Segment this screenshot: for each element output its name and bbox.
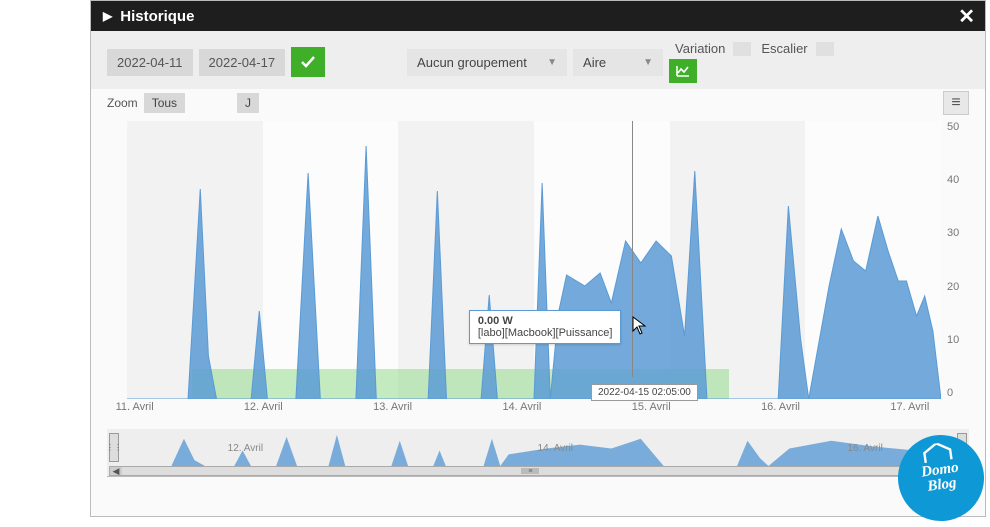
titlebar: ▶ Historique ✕ bbox=[91, 1, 985, 31]
tooltip-value: 0.00 W bbox=[478, 315, 613, 327]
tooltip-series: [labo][Macbook][Puissance] bbox=[478, 327, 613, 339]
chart-type-value: Aire bbox=[583, 55, 606, 70]
main-chart[interactable]: 0.00 W [labo][Macbook][Puissance] 2022-0… bbox=[107, 121, 969, 421]
hamburger-icon: ≡ bbox=[951, 94, 960, 112]
chart-mode-button[interactable] bbox=[669, 59, 697, 83]
navigator[interactable]: 12. Avril 14. Avril 16. Avril ⋮⋮ ⋮⋮ ◀ ≡ … bbox=[107, 429, 969, 477]
x-axis: 11. Avril 12. Avril 13. Avril 14. Avril … bbox=[127, 401, 941, 421]
chevron-right-icon: ▶ bbox=[103, 9, 112, 23]
date-from-input[interactable]: 2022-04-11 bbox=[107, 49, 193, 76]
history-window: ▶ Historique ✕ 2022-04-11 2022-04-17 Auc… bbox=[90, 0, 986, 517]
grouping-select[interactable]: Aucun groupement ▼ bbox=[407, 49, 567, 76]
zoom-all-button[interactable]: Tous bbox=[144, 93, 185, 113]
area-series bbox=[127, 121, 941, 399]
chart-type-select[interactable]: Aire ▼ bbox=[573, 49, 663, 76]
chart-menu-button[interactable]: ≡ bbox=[943, 91, 969, 115]
navigator-dates: 12. Avril 14. Avril 16. Avril bbox=[228, 443, 883, 454]
grouping-value: Aucun groupement bbox=[417, 55, 527, 70]
variation-swatch[interactable] bbox=[733, 42, 751, 56]
plot-area: 0.00 W [labo][Macbook][Puissance] 2022-0… bbox=[127, 121, 941, 399]
date-to-input[interactable]: 2022-04-17 bbox=[199, 49, 286, 76]
tooltip: 0.00 W [labo][Macbook][Puissance] bbox=[469, 310, 622, 344]
escalier-label: Escalier bbox=[761, 41, 807, 56]
close-icon[interactable]: ✕ bbox=[958, 4, 975, 29]
cursor-icon bbox=[632, 316, 648, 341]
site-logo: DomoBlog bbox=[898, 435, 984, 521]
scroll-thumb[interactable]: ≡ bbox=[521, 468, 539, 474]
zoom-day-button[interactable]: J bbox=[237, 93, 259, 113]
toolbar: 2022-04-11 2022-04-17 Aucun groupement ▼… bbox=[91, 31, 985, 89]
x-tooltip: 2022-04-15 02:05:00 bbox=[591, 384, 698, 401]
window-title: Historique bbox=[120, 8, 194, 25]
scroll-left-button[interactable]: ◀ bbox=[110, 467, 122, 475]
caret-down-icon: ▼ bbox=[547, 57, 557, 68]
check-icon bbox=[300, 54, 316, 70]
apply-date-button[interactable] bbox=[291, 47, 325, 77]
caret-down-icon: ▼ bbox=[643, 57, 653, 68]
navigator-handle-left[interactable]: ⋮⋮ bbox=[109, 433, 119, 462]
zoom-row: Zoom Tous J ≡ bbox=[91, 89, 985, 115]
y-axis: 50 40 30 20 10 0 bbox=[943, 121, 969, 399]
zoom-label: Zoom bbox=[107, 96, 138, 110]
scrollbar[interactable]: ◀ ≡ ▶ bbox=[109, 466, 967, 476]
line-chart-icon bbox=[676, 65, 690, 77]
variation-label: Variation bbox=[675, 41, 725, 56]
escalier-swatch[interactable] bbox=[816, 42, 834, 56]
